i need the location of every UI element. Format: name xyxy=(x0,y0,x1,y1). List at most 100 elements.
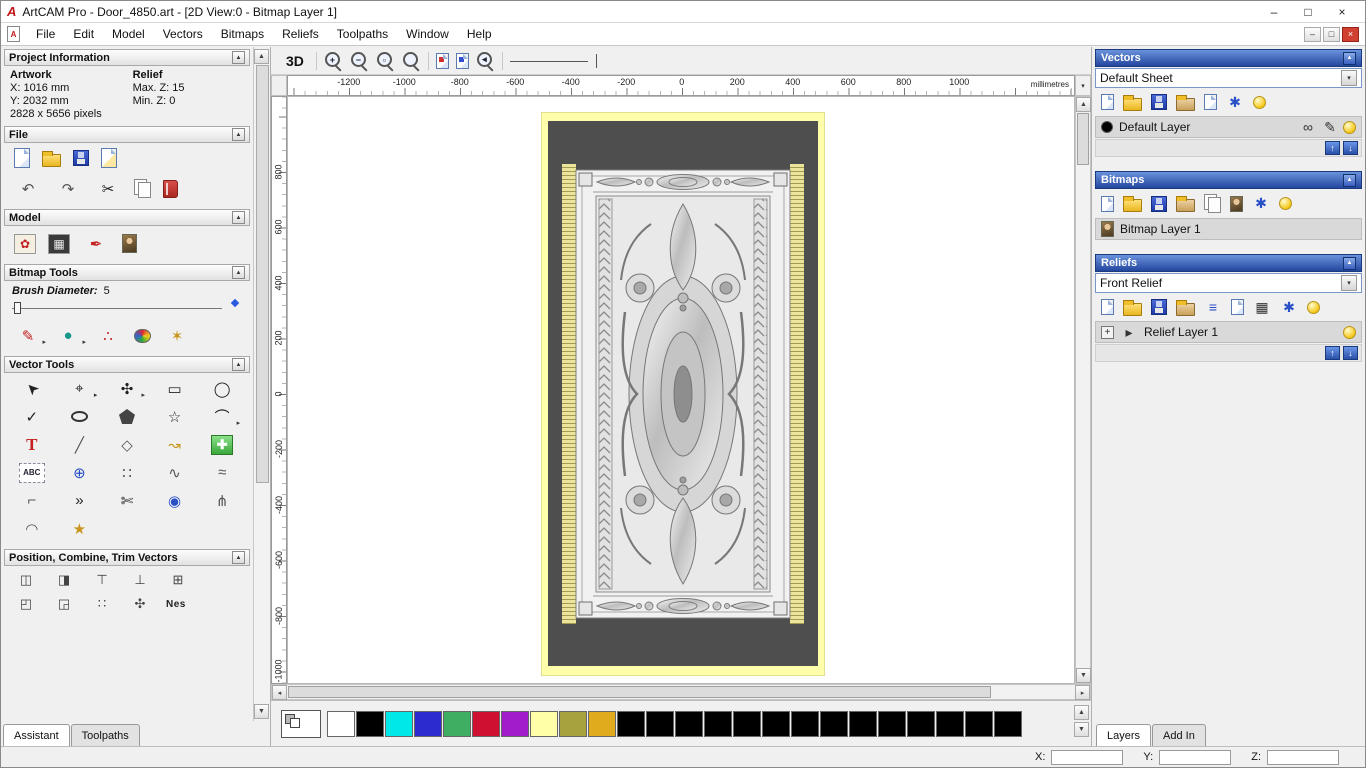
set-model-size-icon[interactable]: ▦ xyxy=(48,233,70,254)
relief-dropdown[interactable]: Front Relief ▾ xyxy=(1095,273,1362,293)
fit-arcs-icon[interactable]: ⋔ xyxy=(208,488,236,513)
palette-scrollbar[interactable]: ▲ ▼ xyxy=(1074,705,1089,737)
align-right-icon[interactable]: ◨ xyxy=(52,570,76,590)
snap-grid-toggle-icon[interactable] xyxy=(435,52,449,69)
create-spiral-icon[interactable]: ◉ xyxy=(161,488,189,513)
import-image-icon[interactable] xyxy=(101,148,117,168)
toggle-all-visibility-icon[interactable] xyxy=(1307,300,1320,314)
create-circle-icon[interactable]: ◯ xyxy=(208,376,236,401)
scatter-copies-icon[interactable]: ✣ xyxy=(128,594,152,614)
collapse-button[interactable]: ▲ xyxy=(232,211,245,224)
new-vector-layer-icon[interactable] xyxy=(1101,94,1114,110)
palette-swatch[interactable] xyxy=(327,710,355,737)
menu-item[interactable]: Bitmaps xyxy=(213,25,272,43)
wrap-sphere-icon[interactable]: ⊕ xyxy=(65,460,93,485)
mdi-restore-button[interactable]: □ xyxy=(1323,26,1340,42)
move-vectors-icon[interactable]: ✣ ▸ xyxy=(113,376,145,401)
palette-swatch[interactable] xyxy=(675,710,703,737)
palette-swatch[interactable] xyxy=(733,710,761,737)
undo-icon[interactable]: ↶ xyxy=(14,176,42,201)
scroll-down-icon[interactable]: ▼ xyxy=(254,704,269,719)
open-bitmap-layer-icon[interactable] xyxy=(1123,196,1142,212)
tab-toolpaths[interactable]: Toolpaths xyxy=(70,724,140,746)
combine-mode-icon[interactable]: + xyxy=(1101,325,1114,339)
create-rectangle-icon[interactable]: ▭ xyxy=(161,376,189,401)
menu-item[interactable]: Model xyxy=(104,25,153,43)
join-vectors-icon[interactable]: » xyxy=(65,488,93,513)
copy-paste-icon[interactable] xyxy=(134,179,151,198)
palette-swatch[interactable] xyxy=(385,710,413,737)
paint-blob-icon[interactable]: ● ▸ xyxy=(54,323,86,348)
palette-swatch[interactable] xyxy=(907,710,935,737)
menu-item[interactable]: Reliefs xyxy=(274,25,327,43)
scroll-down-icon[interactable]: ▼ xyxy=(1074,722,1089,737)
snap-bitmap-icon[interactable]: ✱ xyxy=(1252,195,1270,213)
import-relief-icon[interactable] xyxy=(1176,299,1195,316)
zoom-box-icon[interactable]: ▫ xyxy=(376,51,395,70)
palette-swatch[interactable] xyxy=(878,710,906,737)
edit-layer-icon[interactable]: ✎ xyxy=(1321,118,1339,136)
zoom-fit-icon[interactable] xyxy=(402,51,421,70)
move-layer-up-icon[interactable]: ↑ xyxy=(1325,141,1340,155)
collapse-button[interactable]: ▲ xyxy=(232,51,245,64)
align-centre-icon[interactable]: ⊞ xyxy=(166,570,190,590)
assistant-scrollbar[interactable]: ▲ ▼ xyxy=(253,47,270,721)
menu-item[interactable]: Window xyxy=(398,25,457,43)
move-layer-down-icon[interactable]: ↓ xyxy=(1343,346,1358,360)
save-model-icon[interactable] xyxy=(73,150,89,166)
menu-item[interactable]: Vectors xyxy=(155,25,211,43)
colour-palette-icon[interactable] xyxy=(134,328,151,343)
offset-vectors-icon[interactable]: ◇ xyxy=(113,432,141,457)
scroll-up-icon[interactable]: ▲ xyxy=(1074,705,1089,720)
align-bottom-icon[interactable]: ⊥ xyxy=(128,570,152,590)
text-on-curve-icon[interactable]: ABC xyxy=(18,462,45,483)
import-bitmap-icon[interactable] xyxy=(1176,196,1195,212)
canvas-horizontal-scrollbar[interactable]: ◂ ▸ xyxy=(271,684,1091,700)
slider-thumb[interactable] xyxy=(14,302,21,314)
palette-swatch[interactable] xyxy=(414,710,442,737)
greyscale-from-model-icon[interactable]: ✿ xyxy=(14,233,36,254)
palette-swatch[interactable] xyxy=(704,710,732,737)
palette-swatch[interactable] xyxy=(443,710,471,737)
open-relief-layer-icon[interactable] xyxy=(1123,299,1142,316)
copy-bitmap-icon[interactable] xyxy=(1204,194,1221,213)
transform-vectors-icon[interactable]: ⌖ ▸ xyxy=(65,376,97,401)
block-copy-icon[interactable]: ✚ xyxy=(211,434,234,455)
menu-item[interactable]: Help xyxy=(459,25,500,43)
save-vector-layer-icon[interactable] xyxy=(1151,94,1167,110)
palette-swatch[interactable] xyxy=(965,710,993,737)
palette-swatch[interactable] xyxy=(936,710,964,737)
palette-swatch[interactable] xyxy=(994,710,1022,737)
relief-grid-icon[interactable]: ▦ xyxy=(1253,298,1271,316)
smoothing-slider[interactable] xyxy=(509,51,605,71)
previous-view-icon[interactable]: ◂ xyxy=(476,51,495,70)
node-editing-icon[interactable]: ∿ xyxy=(161,460,189,485)
brush-diameter-slider[interactable] xyxy=(12,298,240,316)
palette-swatch[interactable] xyxy=(762,710,790,737)
paint-pencil-icon[interactable]: ✎ ▸ xyxy=(14,323,46,348)
move-layer-down-icon[interactable]: ↓ xyxy=(1343,141,1358,155)
palette-swatch[interactable] xyxy=(849,710,877,737)
tab-assistant[interactable]: Assistant xyxy=(3,724,70,746)
chevron-down-icon[interactable]: ▾ xyxy=(1341,275,1357,291)
create-polygon-icon[interactable] xyxy=(113,404,141,429)
cut-icon[interactable]: ✂ xyxy=(94,176,122,201)
palette-swatch[interactable] xyxy=(588,710,616,737)
scroll-down-icon[interactable]: ▼ xyxy=(1076,668,1091,683)
link-layer-icon[interactable]: ∞ xyxy=(1299,118,1317,136)
tab-layers[interactable]: Layers xyxy=(1096,724,1152,746)
bitmap-preview-icon[interactable] xyxy=(1230,195,1243,212)
texture-relief-icon[interactable]: ✒ xyxy=(82,231,110,256)
visibility-bulb-icon[interactable] xyxy=(1343,120,1356,134)
chevron-down-icon[interactable]: ▾ xyxy=(1341,70,1357,86)
visibility-bulb-icon[interactable] xyxy=(1343,325,1356,339)
primary-colour-chip[interactable] xyxy=(281,709,321,738)
duplicate-relief-icon[interactable] xyxy=(1231,299,1244,315)
create-text-icon[interactable]: T xyxy=(18,432,46,457)
array-copy-icon[interactable]: ∷ xyxy=(113,460,141,485)
mdi-close-button[interactable]: × xyxy=(1342,26,1359,42)
palette-swatch[interactable] xyxy=(820,710,848,737)
scrollbar-thumb[interactable] xyxy=(256,65,269,483)
palette-swatch[interactable] xyxy=(617,710,645,737)
create-arc-icon[interactable]: ⌒ ▸ xyxy=(208,404,241,429)
